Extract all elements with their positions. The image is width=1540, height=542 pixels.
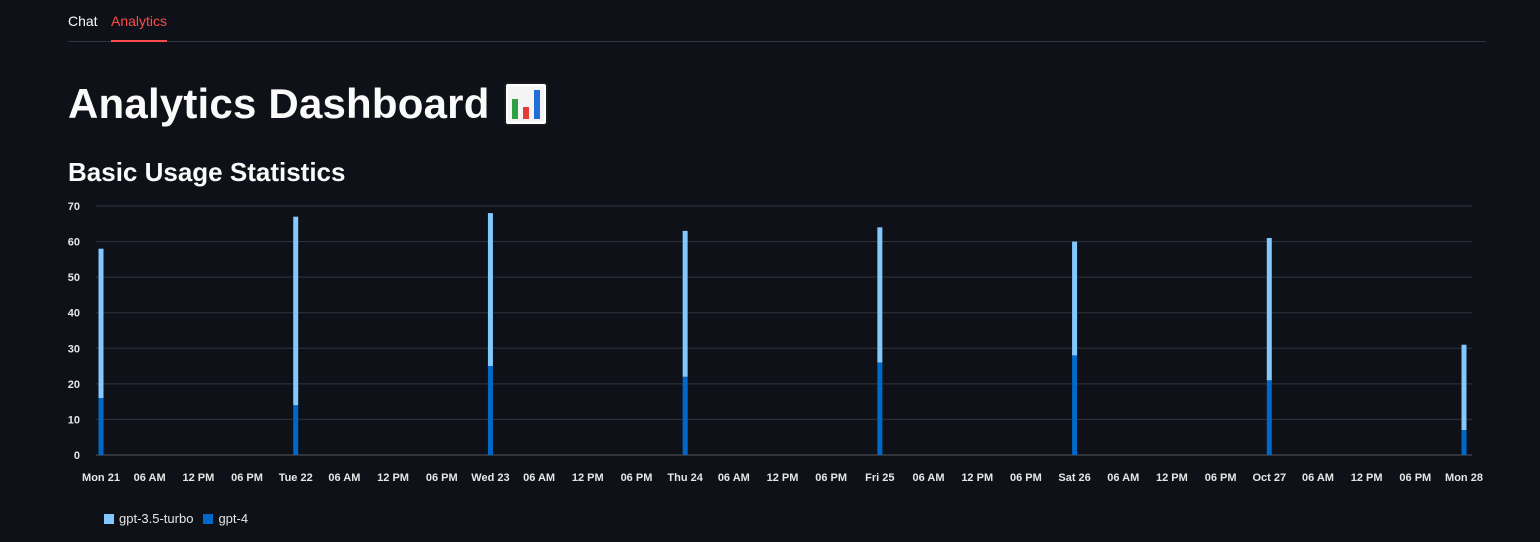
y-tick-label: 50 — [68, 272, 80, 284]
x-tick-label: 06 PM — [621, 472, 653, 484]
bar-gpt35 — [293, 216, 299, 406]
tab-chat[interactable]: Chat — [68, 12, 98, 40]
x-tick-label: 06 PM — [1399, 472, 1431, 484]
y-tick-label: 20 — [68, 379, 80, 391]
x-tick-label: 06 PM — [426, 472, 458, 484]
y-tick-label: 10 — [68, 414, 80, 426]
bar-gpt35 — [877, 227, 883, 363]
y-tick-label: 30 — [68, 343, 80, 355]
x-tick-label: 06 PM — [231, 472, 263, 484]
x-tick-label: 12 PM — [1156, 472, 1188, 484]
bar-gpt35 — [1072, 241, 1078, 356]
bar-gpt4 — [98, 398, 104, 455]
tab-bar: Chat Analytics — [68, 0, 1486, 42]
x-tick-label: 06 AM — [718, 472, 750, 484]
x-tick-label: 12 PM — [182, 472, 214, 484]
legend-item-gpt35[interactable]: gpt-3.5-turbo — [104, 511, 193, 526]
section-title: Basic Usage Statistics — [68, 157, 346, 187]
chart-legend: gpt-3.5-turbo gpt-4 — [104, 511, 248, 526]
y-tick-label: 70 — [68, 201, 80, 213]
bar-gpt35 — [682, 230, 688, 377]
legend-item-gpt4[interactable]: gpt-4 — [203, 511, 248, 526]
x-tick-label: Sat 26 — [1058, 472, 1090, 484]
bar-gpt35 — [98, 248, 104, 399]
bar-gpt35 — [1266, 238, 1272, 381]
x-tick-label: 06 PM — [1205, 472, 1237, 484]
x-tick-label: 12 PM — [572, 472, 604, 484]
x-tick-label: 06 PM — [1010, 472, 1042, 484]
legend-swatch-gpt35 — [104, 513, 114, 524]
x-tick-label: Fri 25 — [865, 472, 894, 484]
x-tick-label: 06 PM — [815, 472, 847, 484]
x-tick-label: Tue 22 — [279, 472, 313, 484]
x-tick-label: 06 AM — [1107, 472, 1139, 484]
bar-chart-emoji-icon — [503, 82, 548, 126]
page-title: Analytics Dashboard — [68, 76, 548, 132]
x-tick-label: Thu 24 — [667, 472, 703, 484]
usage-chart: 0 10 20 30 40 50 60 70 Mon 21 06 AM 12 PM 06 PM Tue … — [68, 201, 1483, 484]
bar-gpt4 — [487, 366, 493, 455]
y-tick-label: 40 — [68, 308, 80, 320]
tab-analytics[interactable]: Analytics — [111, 12, 168, 42]
x-tick-label: Mon 28 — [1445, 472, 1483, 484]
bar-gpt4 — [1266, 380, 1272, 455]
x-tick-label: Mon 21 — [82, 472, 120, 484]
legend-label-gpt4: gpt-4 — [218, 511, 249, 526]
x-tick-label: 12 PM — [1351, 472, 1383, 484]
x-tick-label: 06 AM — [328, 472, 360, 484]
bar-gpt4 — [877, 362, 883, 455]
bar-gpt35 — [1461, 344, 1467, 431]
y-tick-label: 60 — [68, 237, 80, 249]
x-tick-label: 06 AM — [523, 472, 555, 484]
x-tick-label: Oct 27 — [1252, 472, 1286, 484]
x-tick-label: 12 PM — [961, 472, 993, 484]
x-tick-label: 06 AM — [134, 472, 166, 484]
legend-label-gpt35: gpt-3.5-turbo — [119, 511, 194, 526]
y-tick-label: 0 — [74, 450, 80, 462]
legend-swatch-gpt4 — [203, 513, 214, 524]
bar-gpt4 — [1461, 430, 1467, 455]
page-title-text: Analytics Dashboard — [68, 80, 490, 127]
x-tick-label: 12 PM — [767, 472, 799, 484]
x-tick-label: 06 AM — [1302, 472, 1334, 484]
bar-gpt35 — [487, 213, 493, 367]
x-tick-label: 06 AM — [913, 472, 945, 484]
bar-gpt4 — [293, 405, 299, 455]
bar-gpt4 — [1072, 355, 1078, 455]
bar-gpt4 — [682, 376, 688, 455]
x-tick-label: Wed 23 — [471, 472, 509, 484]
x-tick-label: 12 PM — [377, 472, 409, 484]
